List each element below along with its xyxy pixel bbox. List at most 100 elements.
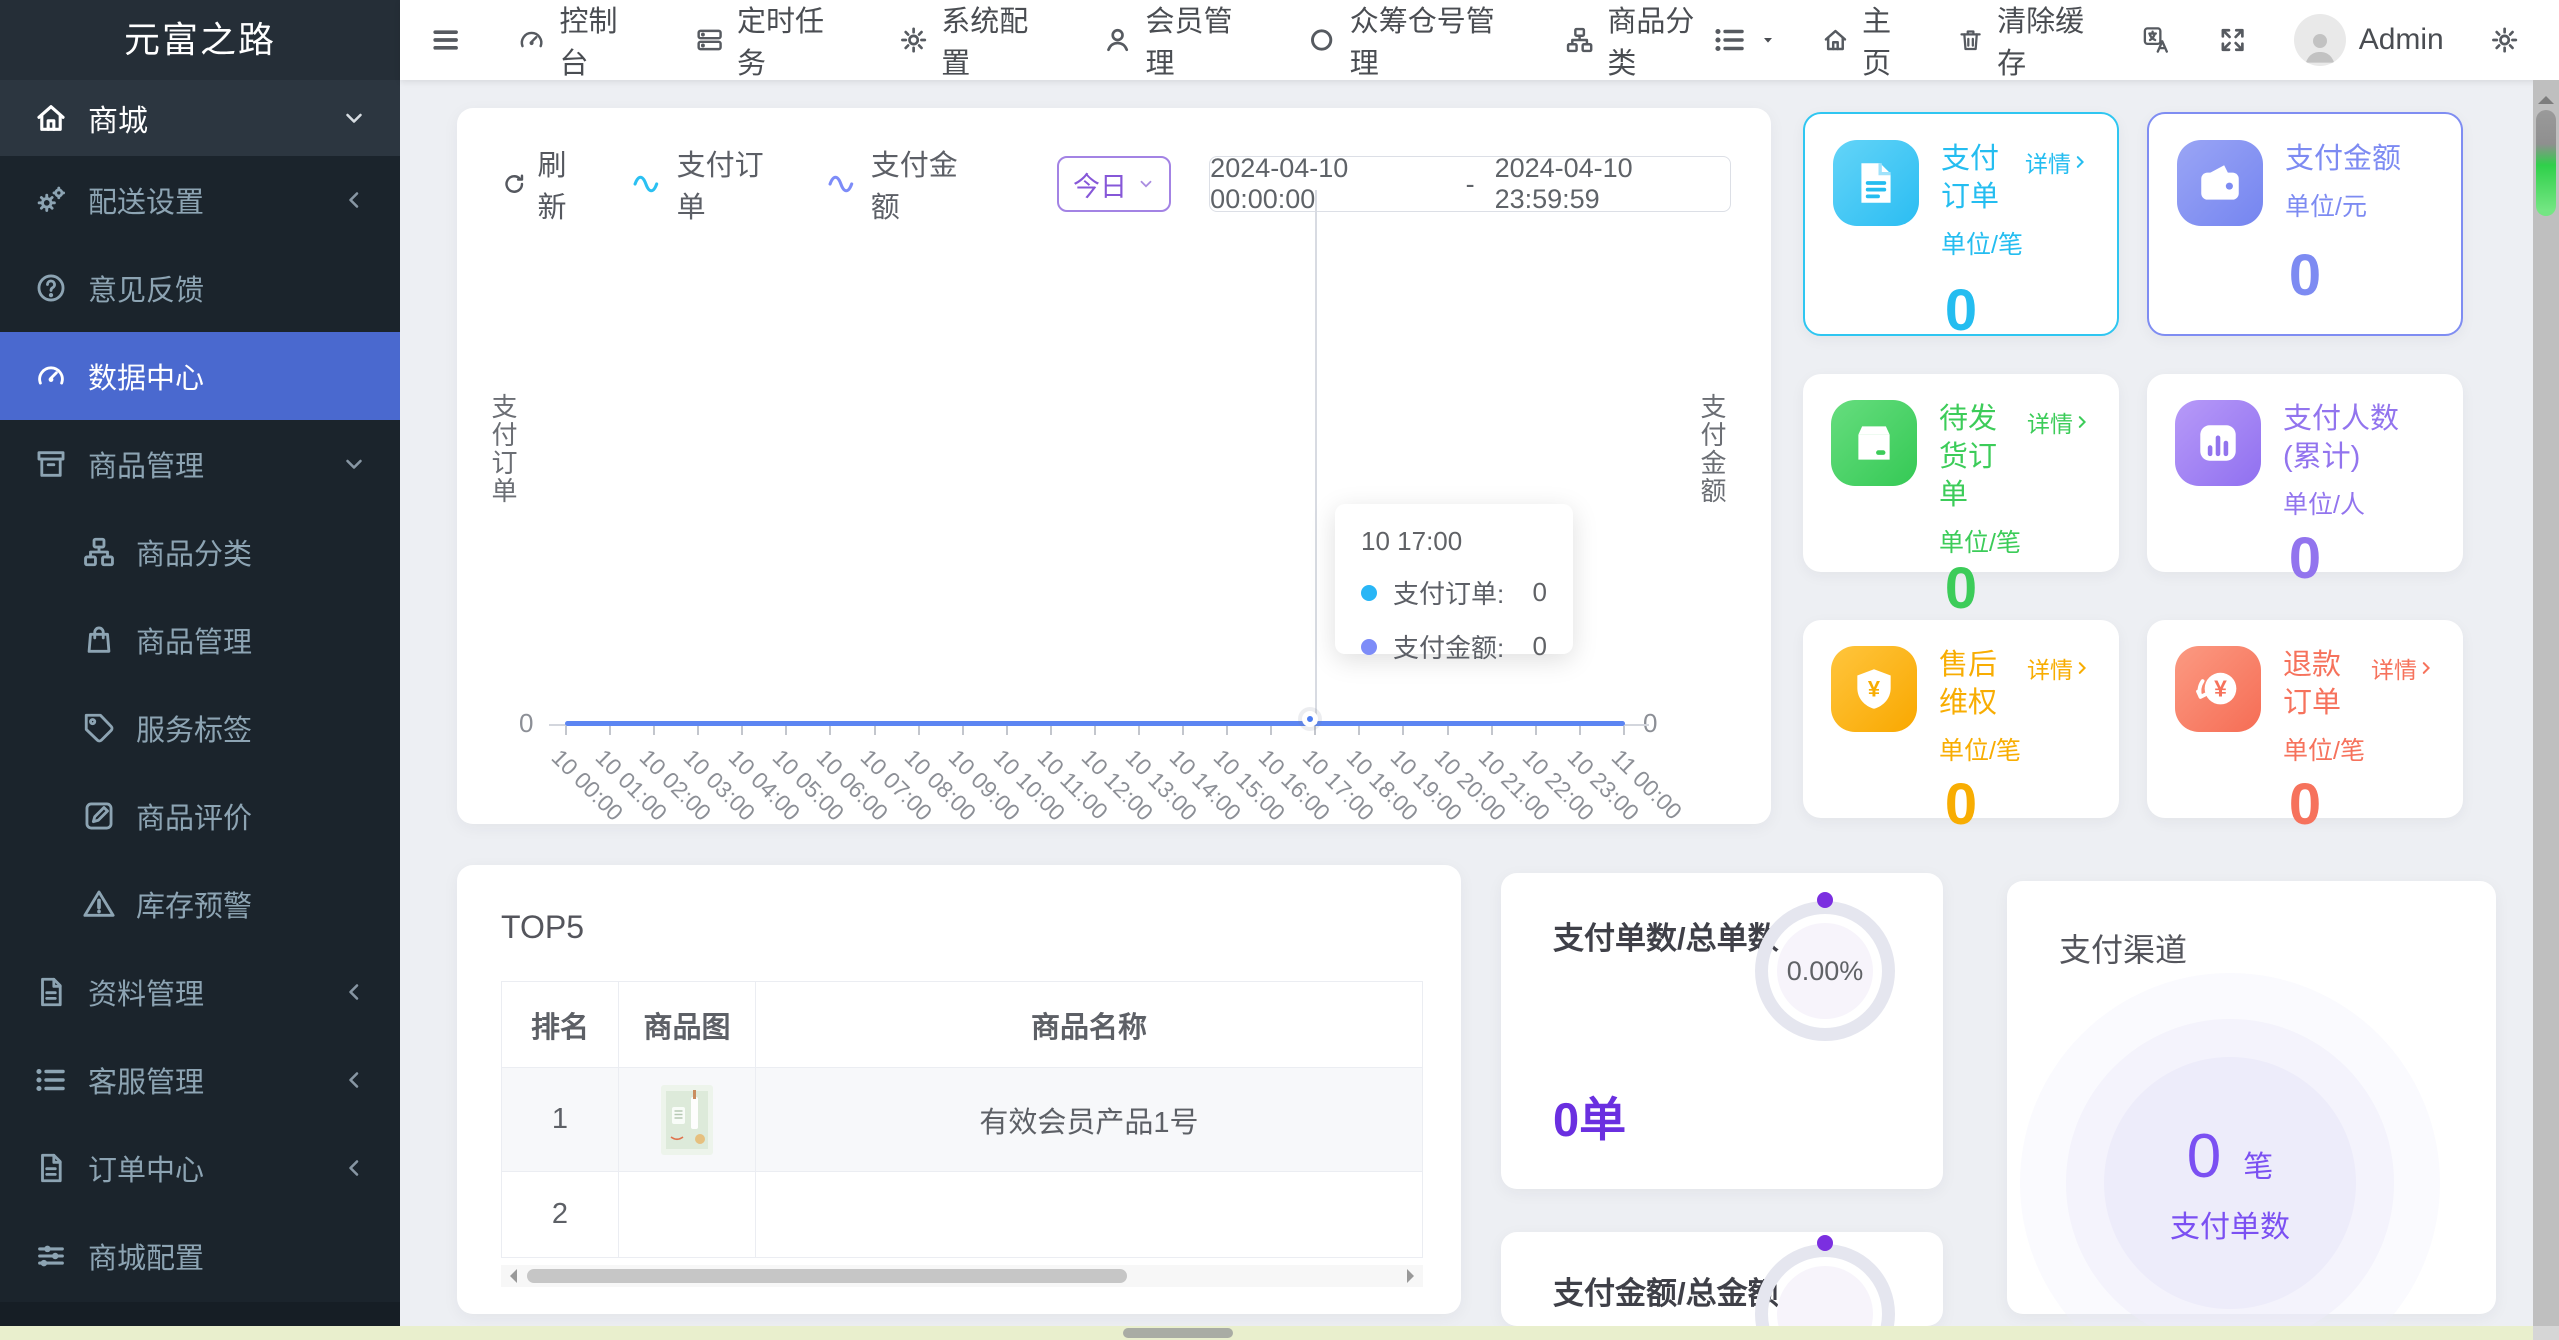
table-horizontal-scrollbar[interactable] <box>501 1265 1423 1287</box>
nav-item-homepage[interactable]: 主页 <box>1822 0 1911 82</box>
user-name: Admin <box>2358 23 2444 56</box>
sidebar-item-product-management[interactable]: 商品管理 <box>0 596 400 684</box>
list-icon <box>34 1063 68 1097</box>
gauge-dot-icon <box>1817 1235 1833 1251</box>
sidebar-item-stock-warning[interactable]: 库存预警 <box>0 860 400 948</box>
date-end: 2024-04-10 23:59:59 <box>1494 153 1633 214</box>
stat-card-title: 支付金额 <box>2285 143 2402 175</box>
nav-list-dropdown[interactable] <box>1713 23 1776 57</box>
brand-title: 元富之路 <box>0 0 400 80</box>
sidebar-item-label: 商品评价 <box>136 803 253 835</box>
scrollbar-thumb[interactable] <box>1123 1328 1233 1338</box>
top5-table: 排名 商品图 商品名称 1 有效会员产品1号 2 <box>501 981 1423 1258</box>
chevron-left-icon <box>342 188 366 212</box>
sidebar-item-feedback[interactable]: 意见反馈 <box>0 244 400 332</box>
stat-card-title: 待发货订单 <box>1939 403 1998 511</box>
channel-circle: 0 笔 支付单数 <box>2104 1057 2356 1309</box>
sidebar-item-order-center[interactable]: 订单中心 <box>0 1124 400 1212</box>
nav-item-product-categories[interactable]: 商品分类 <box>1565 0 1713 82</box>
detail-link[interactable]: 详情 <box>2025 140 2089 179</box>
sidebar-item-label: 商品管理 <box>136 627 253 659</box>
horizontal-scrollbar[interactable] <box>0 1326 2559 1340</box>
y-axis-tick-left: 0 <box>519 708 534 738</box>
sidebar-item-product-reviews[interactable]: 商品评价 <box>0 772 400 860</box>
channel-label: 支付单数 <box>2170 1210 2290 1244</box>
nav-item-clear-cache[interactable]: 清除缓存 <box>1957 0 2096 82</box>
nav-item-scheduled-tasks[interactable]: 定时任务 <box>695 0 843 82</box>
ratio-donut-gauge <box>1749 1235 1901 1326</box>
stat-card-title: 退款订单 <box>2283 649 2342 719</box>
sidebar-item-product-categories[interactable]: 商品分类 <box>0 508 400 596</box>
file-icon <box>34 975 68 1009</box>
sidebar-item-service-tags[interactable]: 服务标签 <box>0 684 400 772</box>
sidebar-item-product-management-group[interactable]: 商品管理 <box>0 420 400 508</box>
home-icon <box>34 101 68 135</box>
user-menu[interactable]: Admin <box>2293 14 2444 66</box>
chevron-down-icon <box>342 106 366 130</box>
sidebar-menu: 配送设置 意见反馈 数据中心 商品管理 商品分类 商品管理 服务标签 商品评价 … <box>0 156 400 1300</box>
sidebar-item-label: 商品分类 <box>136 539 253 571</box>
stat-card-payers-total: 支付人数(累计) 单位/人 0 <box>2147 374 2463 591</box>
metric-value: 0单 <box>1553 1093 1627 1146</box>
sidebar-item-material-management[interactable]: 资料管理 <box>0 948 400 1036</box>
settings-gear-icon[interactable] <box>2490 23 2519 57</box>
scrollbar-thumb[interactable] <box>2536 110 2556 216</box>
wallet-icon <box>2177 140 2263 226</box>
nav-item-label: 商品分类 <box>1607 6 1695 80</box>
detail-link[interactable]: 详情 <box>2027 400 2091 439</box>
sidebar-item-customer-service[interactable]: 客服管理 <box>0 1036 400 1124</box>
gauge-icon <box>34 359 68 393</box>
sidebar-item-label: 服务标签 <box>136 715 253 747</box>
legend-pay-amount[interactable]: 支付金额 <box>825 142 981 226</box>
stat-card-value: 0 <box>2288 243 2322 308</box>
gauge-percent: 0.00% <box>1786 955 1864 986</box>
refresh-button[interactable]: 刷新 <box>501 142 592 226</box>
sidebar-item-delivery-settings[interactable]: 配送设置 <box>0 156 400 244</box>
gauge-title: 支付金额/总金额 <box>1553 1276 1779 1311</box>
package-box-icon <box>1831 400 1917 486</box>
nav-item-crowdfunding-warehouse[interactable]: 众筹仓号管理 <box>1307 0 1509 82</box>
stat-card-value: 0 <box>1944 278 1978 343</box>
vertical-scrollbar[interactable] <box>2533 80 2559 1326</box>
sidebar-item-mall[interactable]: 商城 <box>0 80 400 156</box>
scroll-left-arrow-icon[interactable] <box>503 1269 517 1283</box>
date-start: 2024-04-10 00:00:00 <box>1210 153 1349 214</box>
channel-unit: 笔 <box>2243 1150 2274 1184</box>
nav-item-system-config[interactable]: 系统配置 <box>899 0 1047 82</box>
chevron-down-icon <box>1137 175 1155 193</box>
top5-panel: TOP5 排名 商品图 商品名称 1 有效会员产品1号 2 <box>457 865 1461 1314</box>
scrollbar-thumb[interactable] <box>527 1269 1127 1283</box>
detail-link[interactable]: 详情 <box>2027 646 2091 685</box>
sidebar-item-mall-config[interactable]: 商城配置 <box>0 1212 400 1300</box>
sitemap-icon <box>1565 24 1594 56</box>
period-select[interactable]: 今日 <box>1056 156 1172 212</box>
stat-card-title: 支付人数(累计) <box>2283 403 2400 473</box>
nav-item-member-management[interactable]: 会员管理 <box>1103 0 1251 82</box>
date-range-picker[interactable]: 2024-04-10 00:00:00 - 2024-04-10 23:59:5… <box>1209 153 1731 214</box>
nav-item-label: 系统配置 <box>941 6 1029 80</box>
translate-icon[interactable] <box>2141 22 2172 58</box>
detail-link[interactable]: 详情 <box>2371 646 2435 685</box>
sidebar-item-label: 商城 <box>88 105 148 138</box>
y-axis-label-right: 支付金额 <box>1697 393 1727 505</box>
stat-card-value: 0 <box>1944 772 1978 837</box>
legend-pay-orders[interactable]: 支付订单 <box>630 142 786 226</box>
ratio-donut-gauge: 0.00% <box>1749 892 1901 1047</box>
fullscreen-icon[interactable] <box>2218 23 2247 57</box>
stat-card-unit: 单位/笔 <box>1939 529 2021 557</box>
scroll-right-arrow-icon[interactable] <box>1407 1269 1421 1283</box>
sidebar-item-data-center[interactable]: 数据中心 <box>0 332 400 420</box>
refresh-icon <box>501 170 528 198</box>
product-image-cell <box>618 1171 756 1258</box>
wave-icon <box>630 172 664 196</box>
hamburger-icon[interactable] <box>430 23 461 57</box>
scroll-up-arrow-icon[interactable] <box>2538 88 2554 104</box>
circle-icon <box>1307 24 1336 56</box>
stat-card-pending-shipment: 待发货订单 详情 单位/笔 0 <box>1803 374 2119 621</box>
legend-label: 支付金额 <box>870 150 958 224</box>
nav-item-console[interactable]: 控制台 <box>517 0 639 82</box>
stat-card-value: 0 <box>1944 556 1978 621</box>
gauge-title: 支付单数/总单数 <box>1553 921 1779 956</box>
table-row: 1 有效会员产品1号 <box>501 1067 1423 1172</box>
stat-card-unit: 单位/笔 <box>1939 737 2021 765</box>
